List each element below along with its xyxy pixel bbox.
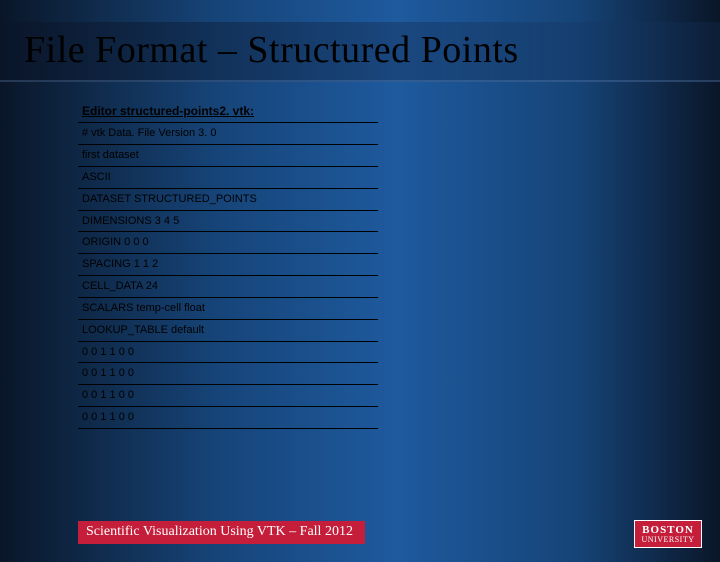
file-line: DIMENSIONS 3 4 5: [78, 210, 378, 232]
file-header: Editor structured-points2. vtk:: [78, 100, 378, 123]
file-table: Editor structured-points2. vtk: # vtk Da…: [78, 100, 378, 429]
file-line: 0 0 1 1 0 0: [78, 385, 378, 407]
file-line: 0 0 1 1 0 0: [78, 341, 378, 363]
file-line: ORIGIN 0 0 0: [78, 232, 378, 254]
logo-line1: BOSTON: [642, 525, 694, 536]
file-line: SCALARS temp-cell float: [78, 297, 378, 319]
title-bar: File Format – Structured Points: [0, 22, 720, 82]
file-line: LOOKUP_TABLE default: [78, 319, 378, 341]
file-line: ASCII: [78, 166, 378, 188]
file-line: 0 0 1 1 0 0: [78, 363, 378, 385]
file-line: 0 0 1 1 0 0: [78, 407, 378, 429]
page-title: File Format – Structured Points: [24, 28, 696, 72]
footer: Scientific Visualization Using VTK – Fal…: [78, 521, 365, 544]
file-line: DATASET STRUCTURED_POINTS: [78, 188, 378, 210]
file-line: SPACING 1 1 2: [78, 254, 378, 276]
file-line: first dataset: [78, 145, 378, 167]
file-line: # vtk Data. File Version 3. 0: [78, 123, 378, 145]
footer-label: Scientific Visualization Using VTK – Fal…: [78, 521, 365, 544]
boston-university-logo: BOSTON UNIVERSITY: [634, 520, 702, 548]
file-content-block: Editor structured-points2. vtk: # vtk Da…: [78, 100, 378, 429]
file-line: CELL_DATA 24: [78, 276, 378, 298]
